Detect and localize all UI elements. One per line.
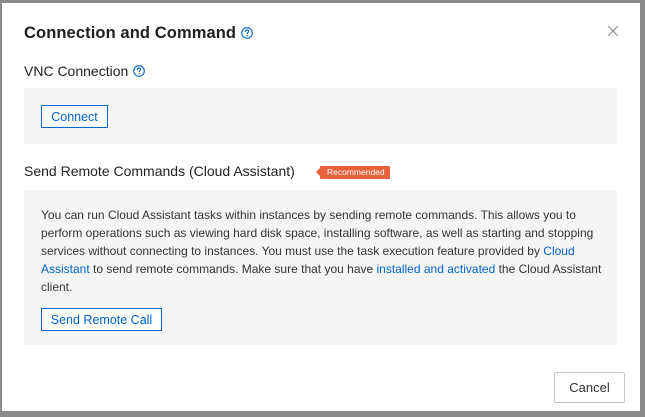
installed-activated-link[interactable]: installed and activated — [377, 262, 496, 276]
vnc-panel: Connect — [24, 88, 617, 144]
connect-button[interactable]: Connect — [41, 105, 108, 128]
remote-commands-description: You can run Cloud Assistant tasks within… — [41, 206, 606, 296]
vnc-section-title: VNC Connection — [24, 63, 129, 79]
send-remote-call-button[interactable]: Send Remote Call — [41, 308, 162, 331]
remote-commands-header: Send Remote Commands (Cloud Assistant) — [24, 161, 295, 181]
help-circle-icon[interactable] — [241, 27, 253, 39]
description-text-2: to send remote commands. Make sure that … — [89, 262, 377, 276]
recommended-badge: Recommended — [316, 166, 390, 179]
remote-commands-title: Send Remote Commands (Cloud Assistant) — [24, 163, 295, 179]
dialog-title: Connection and Command — [24, 23, 237, 42]
dialog-header: Connection and Command — [24, 21, 253, 45]
remote-commands-panel: You can run Cloud Assistant tasks within… — [24, 190, 617, 345]
cancel-button[interactable]: Cancel — [554, 372, 625, 403]
connection-dialog: Connection and Command VNC Connection Co… — [2, 3, 640, 411]
close-icon[interactable] — [606, 24, 620, 38]
vnc-help-icon[interactable] — [133, 65, 146, 77]
footer-divider — [2, 360, 640, 361]
vnc-section-header: VNC Connection — [24, 61, 146, 81]
description-text-1: You can run Cloud Assistant tasks within… — [41, 208, 594, 258]
